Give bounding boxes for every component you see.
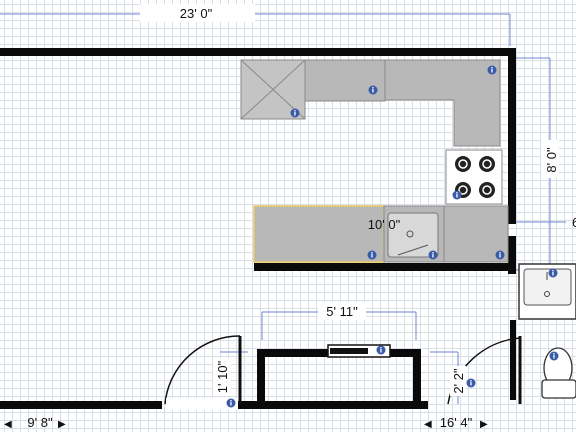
dimension-right-edge: 6	[572, 215, 576, 230]
info-icon[interactable]: i	[549, 351, 559, 361]
upper-cabinet-counter[interactable]	[304, 59, 501, 147]
arrow-left-icon: ◀	[424, 419, 432, 430]
svg-text:i: i	[491, 67, 493, 75]
svg-text:i: i	[294, 110, 296, 118]
stove-burner-icon	[479, 182, 495, 198]
wall-right-stub[interactable]	[510, 320, 516, 400]
dimension-right-height: 8' 0"	[544, 147, 559, 173]
svg-text:i: i	[380, 347, 382, 355]
lower-counter-selected[interactable]	[253, 205, 385, 263]
arrow-left-icon: ◀	[4, 419, 12, 430]
stove-burner-icon	[479, 156, 495, 172]
info-icon[interactable]: i	[428, 250, 438, 260]
dimension-top-width: 23' 0"	[180, 6, 213, 21]
wall-bathroom-right[interactable]	[413, 349, 421, 405]
info-icon[interactable]: i	[466, 378, 476, 388]
info-icon[interactable]: i	[548, 268, 558, 278]
svg-text:i: i	[499, 252, 501, 260]
info-icon[interactable]: i	[487, 65, 497, 75]
svg-text:i: i	[470, 380, 472, 388]
dimension-door-left-height: 1' 10"	[215, 360, 230, 393]
info-icon[interactable]: i	[495, 250, 505, 260]
wall-bathroom-left[interactable]	[257, 349, 265, 405]
info-icon[interactable]: i	[290, 108, 300, 118]
svg-text:i: i	[371, 252, 373, 260]
svg-text:i: i	[230, 400, 232, 408]
arrow-right-icon: ▶	[58, 419, 66, 430]
dimension-bottom-left: 9' 8"	[27, 415, 53, 430]
wall-bottom-middle[interactable]	[238, 401, 428, 409]
wall-kitchen-bottom[interactable]	[254, 263, 516, 271]
stove-burner-icon	[455, 156, 471, 172]
toilet[interactable]	[541, 347, 576, 399]
dimension-bottom-right: 16' 4"	[440, 415, 473, 430]
info-icon[interactable]: i	[368, 85, 378, 95]
svg-text:i: i	[432, 252, 434, 260]
arrow-right-icon: ▶	[480, 419, 488, 430]
svg-text:i: i	[553, 353, 555, 361]
info-icon[interactable]: i	[452, 190, 462, 200]
wall-right-upper[interactable]	[508, 48, 516, 224]
info-icon[interactable]: i	[226, 398, 236, 408]
floor-plan-canvas[interactable]: 23' 0" 8' 0" 10' 0" 6 5' 11" 1' 10" 2' 2…	[0, 0, 576, 432]
dimension-counter-width: 10' 0"	[368, 217, 401, 232]
svg-text:i: i	[372, 87, 374, 95]
svg-text:i: i	[456, 192, 458, 200]
info-icon[interactable]: i	[376, 345, 386, 355]
svg-text:i: i	[552, 270, 554, 278]
wall-bottom-left[interactable]	[0, 401, 162, 409]
dimension-door-right-height: 2' 2"	[451, 368, 466, 394]
floor-plan-drawing[interactable]: 23' 0" 8' 0" 10' 0" 6 5' 11" 1' 10" 2' 2…	[0, 0, 576, 432]
dimension-bathroom-width: 5' 11"	[326, 304, 358, 319]
info-icon[interactable]: i	[367, 250, 377, 260]
wall-top[interactable]	[0, 48, 516, 56]
bathroom-sink[interactable]	[518, 263, 576, 320]
